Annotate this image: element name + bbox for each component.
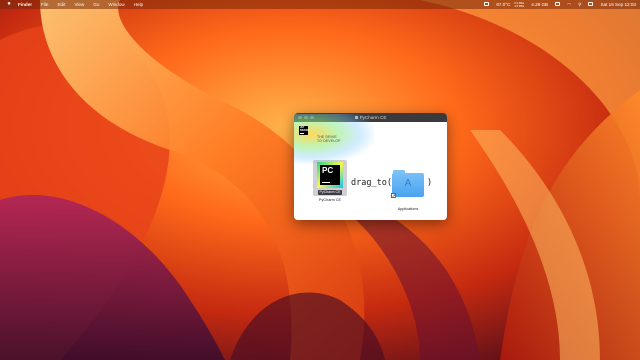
search-icon[interactable]: ⚲ — [578, 0, 581, 9]
jetbrains-logo: JET BRAINS — [299, 126, 310, 135]
pycharm-app-item[interactable]: PC PyCharm CE PyCharm CE — [313, 160, 347, 204]
app-store-glyph-icon: A — [404, 178, 412, 189]
menu-file[interactable]: File — [41, 0, 48, 9]
slogan: THE DRIVE TO DEVELOP — [317, 135, 341, 143]
jetbrains-logo-text: JET BRAINS — [300, 126, 310, 132]
network-speed[interactable]: 0.2 KB/s 1.5 KB/s — [514, 2, 524, 8]
apple-menu-icon[interactable]: ● — [5, 0, 13, 9]
net-down-text: 1.5 KB/s — [514, 4, 525, 8]
applications-folder-label[interactable]: Applications — [386, 207, 430, 211]
battery-icon[interactable] — [484, 0, 490, 9]
close-paren-text: ) — [427, 178, 433, 188]
menu-view[interactable]: View — [74, 0, 84, 9]
wifi-icon[interactable]: ◠ — [567, 0, 571, 9]
menu-go[interactable]: Go — [93, 0, 99, 9]
menu-edit[interactable]: Edit — [57, 0, 65, 9]
pycharm-icon-badge: PyCharm CE — [318, 190, 342, 195]
pycharm-icon-letters: PC — [322, 166, 334, 175]
memory-readout[interactable]: 4.28 GB — [531, 0, 548, 9]
pycharm-app-label[interactable]: PyCharm CE — [313, 198, 347, 202]
window-content: JET BRAINS THE DRIVE TO DEVELOP PC PyCha… — [294, 114, 447, 220]
control-center-icon[interactable] — [588, 0, 594, 9]
menu-finder[interactable]: Finder — [18, 0, 32, 9]
keyboard-icon[interactable] — [555, 0, 561, 9]
applications-folder-icon[interactable]: A ↗ — [391, 170, 424, 198]
alias-arrow-icon: ↗ — [391, 193, 396, 198]
slogan-line-2: TO DEVELOP — [317, 139, 341, 143]
temperature-readout[interactable]: 67.0°C — [496, 0, 510, 9]
menu-help[interactable]: Help — [134, 0, 143, 9]
drag-instruction-text: drag_to( — [351, 178, 392, 188]
pycharm-app-icon[interactable]: PC — [317, 162, 343, 188]
dmg-installer-window: PyCharm CE JET BRAINS THE DRIVE TO DEVEL… — [294, 113, 447, 220]
menu-clock[interactable]: Sat 16 Sep 12:03 — [600, 0, 636, 9]
menu-window[interactable]: Window — [108, 0, 124, 9]
menu-bar: ● Finder File Edit View Go Window Help 6… — [0, 0, 640, 9]
